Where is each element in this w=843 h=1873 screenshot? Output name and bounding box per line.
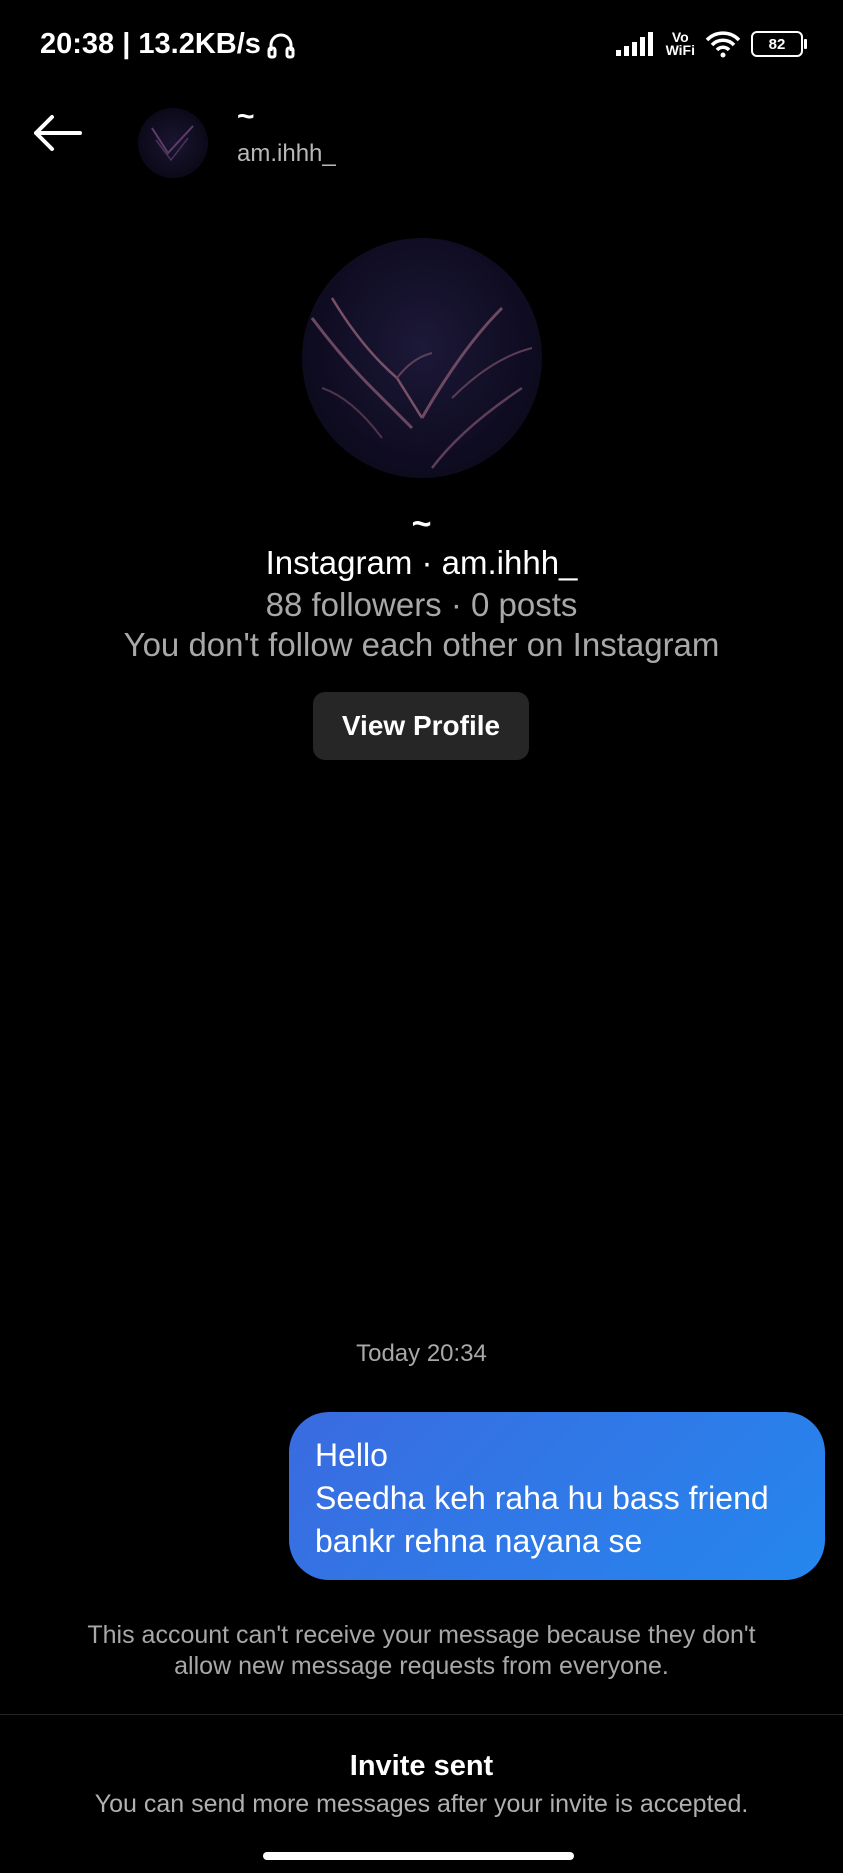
message-line: Seedha keh raha hu bass friend: [315, 1480, 769, 1516]
view-profile-button[interactable]: View Profile: [313, 692, 529, 760]
volte-label: Vo WiFi: [665, 29, 695, 58]
profile-stats: 88 followers · 0 posts: [265, 586, 578, 623]
profile-name: ~: [411, 505, 432, 543]
delivery-notice: This account can't receive your message …: [87, 1621, 756, 1680]
back-arrow-icon: [34, 115, 82, 151]
sent-message-bubble[interactable]: Hello Seedha keh raha hu bass friend ban…: [289, 1412, 825, 1580]
invite-subtitle: You can send more messages after your in…: [94, 1790, 749, 1818]
profile-avatar[interactable]: [302, 238, 542, 478]
header-handle[interactable]: am.ihhh_: [237, 140, 336, 168]
message-line: Hello: [315, 1437, 388, 1473]
status-time-text: 20:38 | 13.2KB/s: [40, 28, 261, 60]
status-time: 20:38 | 13.2KB/s: [40, 28, 295, 61]
wifi-icon: [705, 31, 741, 58]
profile-follow-status: You don't follow each other on Instagram: [123, 626, 720, 663]
message-timestamp: Today 20:34: [356, 1340, 487, 1367]
signal-icon: [615, 32, 653, 56]
header-avatar[interactable]: [138, 108, 208, 178]
headphones-icon: [267, 33, 295, 58]
status-icons: Vo WiFi 82: [615, 29, 807, 58]
home-indicator[interactable]: [263, 1852, 574, 1860]
header-name[interactable]: ~: [237, 100, 255, 134]
profile-platform-handle: Instagram · am.ihhh_: [265, 544, 578, 581]
message-line: bankr rehna nayana se: [315, 1523, 643, 1559]
divider: [0, 1714, 843, 1715]
battery-icon: 82: [751, 31, 807, 57]
back-button[interactable]: [30, 112, 88, 158]
invite-title: Invite sent: [349, 1750, 494, 1782]
